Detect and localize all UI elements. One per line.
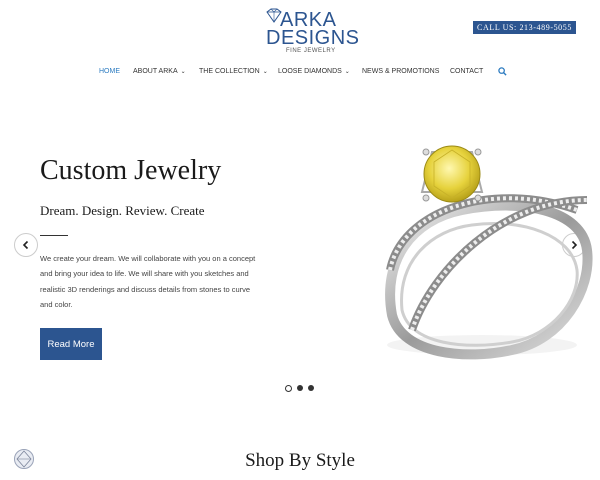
nav-item-the-collection[interactable]: THE COLLECTION ⌄ [199,66,268,78]
chevron-left-icon [22,240,29,250]
logo-tagline: FINE JEWELRY [286,48,336,54]
nav-item-loose-diamonds[interactable]: LOOSE DIAMONDS ⌄ [278,66,350,78]
nav-item-label: HOME [99,68,120,75]
nav-item-label: NEWS & PROMOTIONS [362,68,440,75]
slider-dot-3[interactable] [308,385,314,391]
chevron-down-icon: ⌄ [262,69,268,75]
nav-item-about-arka[interactable]: ABOUT ARKA ⌄ [133,66,186,78]
chevron-down-icon: ⌄ [344,69,350,75]
slider-dot-2[interactable] [297,385,303,391]
nav-item-label: ABOUT ARKA [133,68,178,75]
call-us-button[interactable]: CALL US: 213-489-5055 [473,21,576,34]
main-nav: HOME ABOUT ARKA ⌄ THE COLLECTION ⌄ LOOSE D… [0,66,600,80]
ring-image [385,145,593,360]
nav-item-home[interactable]: HOME [99,66,120,78]
nav-item-news-promotions[interactable]: NEWS & PROMOTIONS [362,66,439,78]
hero-title: Custom Jewelry [40,155,222,186]
nav-item-label: CONTACT [450,68,484,75]
search-icon[interactable] [498,67,507,76]
nav-item-label: THE COLLECTION [199,68,260,75]
read-more-button[interactable]: Read More [40,328,102,360]
shop-by-style-heading: Shop By Style [245,450,355,471]
slider-dots [285,385,315,393]
site-header: ARKA DESIGNS FINE JEWELRY CALL US: 213-4… [0,0,600,88]
slider-dot-1[interactable] [285,385,292,392]
site-logo[interactable]: ARKA DESIGNS FINE JEWELRY [258,6,359,56]
slider-prev-button[interactable] [14,233,38,257]
hero-divider [40,235,68,236]
hero-subtitle: Dream. Design. Review. Create [40,203,205,218]
chevron-down-icon: ⌄ [180,69,186,75]
nav-item-contact[interactable]: CONTACT [450,66,483,78]
nav-item-label: LOOSE DIAMONDS [278,68,342,75]
hero-description: We create your dream. We will collaborat… [40,254,256,309]
logo-text-designs: DESIGNS [266,27,360,49]
